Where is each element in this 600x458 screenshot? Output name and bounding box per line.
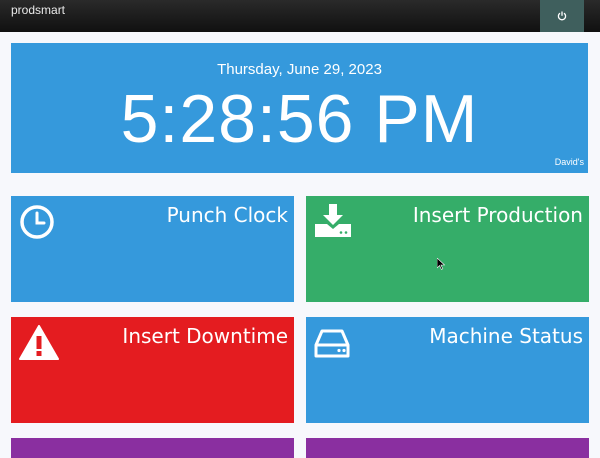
punch-clock-tile[interactable]: Punch Clock — [11, 196, 294, 302]
machine-status-label: Machine Status — [429, 324, 583, 348]
power-icon — [557, 11, 567, 21]
machine-status-tile[interactable]: Machine Status — [306, 317, 589, 423]
punch-clock-label: Punch Clock — [166, 203, 288, 227]
tile-partial-left[interactable] — [11, 438, 294, 458]
insert-production-label: Insert Production — [412, 203, 583, 227]
insert-downtime-label: Insert Downtime — [122, 324, 288, 348]
tile-partial-right[interactable] — [306, 438, 589, 458]
mouse-cursor-icon — [437, 258, 445, 270]
power-button[interactable] — [540, 0, 584, 32]
hard-drive-icon — [314, 329, 350, 358]
clock-icon — [20, 205, 54, 239]
warning-icon — [19, 325, 59, 360]
insert-downtime-tile[interactable]: Insert Downtime — [11, 317, 294, 423]
current-time: 5:28:56 PM — [120, 81, 479, 157]
current-date: Thursday, June 29, 2023 — [217, 61, 382, 78]
owner-label: David's — [554, 157, 584, 167]
insert-production-tile[interactable]: Insert Production — [306, 196, 589, 302]
app-title: prodsmart — [11, 3, 66, 17]
top-bar: prodsmart — [0, 0, 600, 32]
clock-panel: Thursday, June 29, 2023 5:28:56 PM David… — [11, 43, 588, 173]
download-drive-icon — [315, 204, 351, 237]
